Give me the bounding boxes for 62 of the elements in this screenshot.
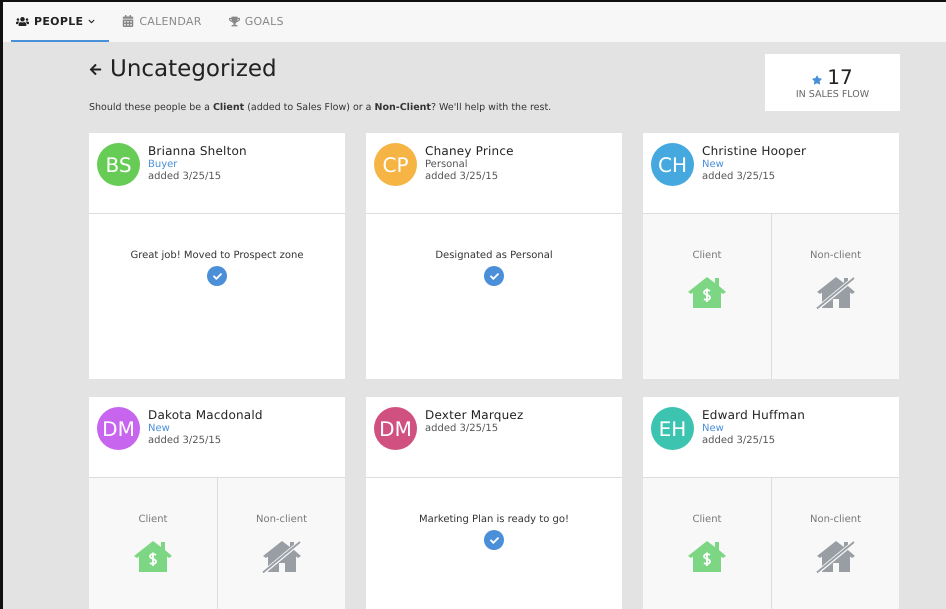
status-message: Designated as Personal xyxy=(435,250,553,261)
option-label: Client xyxy=(692,250,722,261)
person-tag: New xyxy=(702,423,806,434)
avatar: EH xyxy=(651,407,694,450)
added-date: added 3/25/15 xyxy=(702,435,776,446)
crossed-house-icon xyxy=(260,539,302,573)
person-name: Dexter Marquez xyxy=(425,408,524,422)
option-label: Non-client xyxy=(810,514,861,525)
category-option[interactable]: Client xyxy=(643,478,771,609)
person-name: Chaney Prince xyxy=(425,144,514,158)
house-dollar-icon xyxy=(686,539,728,573)
check-icon xyxy=(484,266,504,286)
nav-tab[interactable]: CALENDAR xyxy=(117,2,216,42)
instructions-text: Should these people be a Client (added to Sales Flow) or a Non-Client? We'll help with the rest. xyxy=(89,102,552,113)
nav-tab[interactable]: GOALS xyxy=(224,2,298,42)
crossed-house-icon xyxy=(814,539,856,573)
house-dollar-icon xyxy=(132,539,174,573)
nav-tab[interactable]: PEOPLE xyxy=(11,2,110,42)
sales-flow-label: IN SALES FLOW xyxy=(796,89,870,100)
option-label: Client xyxy=(692,514,722,525)
person-name: Dakota Macdonald xyxy=(148,408,263,422)
page-title: Uncategorized xyxy=(110,56,277,82)
added-date: added 3/25/15 xyxy=(425,423,500,434)
person-name: Edward Huffman xyxy=(702,408,806,422)
sales-flow-count: 17 xyxy=(827,65,853,89)
status-message: Marketing Plan is ready to go! xyxy=(419,514,569,525)
category-option[interactable]: Client xyxy=(89,478,217,609)
avatar: DM xyxy=(374,407,417,450)
person-name: Brianna Shelton xyxy=(148,144,247,158)
calendar-icon xyxy=(122,15,134,27)
category-option[interactable]: Client xyxy=(643,214,771,379)
crossed-house-icon xyxy=(814,275,856,309)
check-icon xyxy=(484,530,504,550)
category-option[interactable]: Non-client xyxy=(217,478,345,609)
added-date: added 3/25/15 xyxy=(702,171,776,182)
tab-label: CALENDAR xyxy=(139,14,202,28)
back-arrow-icon[interactable] xyxy=(89,62,102,76)
person-tag: Personal xyxy=(425,159,514,170)
added-date: added 3/25/15 xyxy=(148,171,222,182)
person-tag: Buyer xyxy=(148,159,247,170)
category-option[interactable]: Non-client xyxy=(771,478,899,609)
check-icon xyxy=(207,266,227,286)
tab-label: GOALS xyxy=(244,14,284,28)
avatar: CH xyxy=(651,143,694,186)
tab-label: PEOPLE xyxy=(34,14,84,28)
person-tag: New xyxy=(702,159,806,170)
trophy-icon xyxy=(228,16,240,26)
status-message: Great job! Moved to Prospect zone xyxy=(130,250,304,261)
star-icon xyxy=(812,75,822,85)
option-label: Client xyxy=(138,514,168,525)
added-date: added 3/25/15 xyxy=(148,435,222,446)
option-label: Non-client xyxy=(810,250,861,261)
added-date: added 3/25/15 xyxy=(425,171,500,182)
category-option[interactable]: Non-client xyxy=(771,214,899,379)
house-dollar-icon xyxy=(686,275,728,309)
avatar: CP xyxy=(374,143,417,186)
people-icon xyxy=(16,14,29,28)
avatar: DM xyxy=(97,407,140,450)
person-name: Christine Hooper xyxy=(702,144,806,158)
option-label: Non-client xyxy=(256,514,307,525)
avatar: BS xyxy=(97,143,140,186)
person-tag: New xyxy=(148,423,263,434)
